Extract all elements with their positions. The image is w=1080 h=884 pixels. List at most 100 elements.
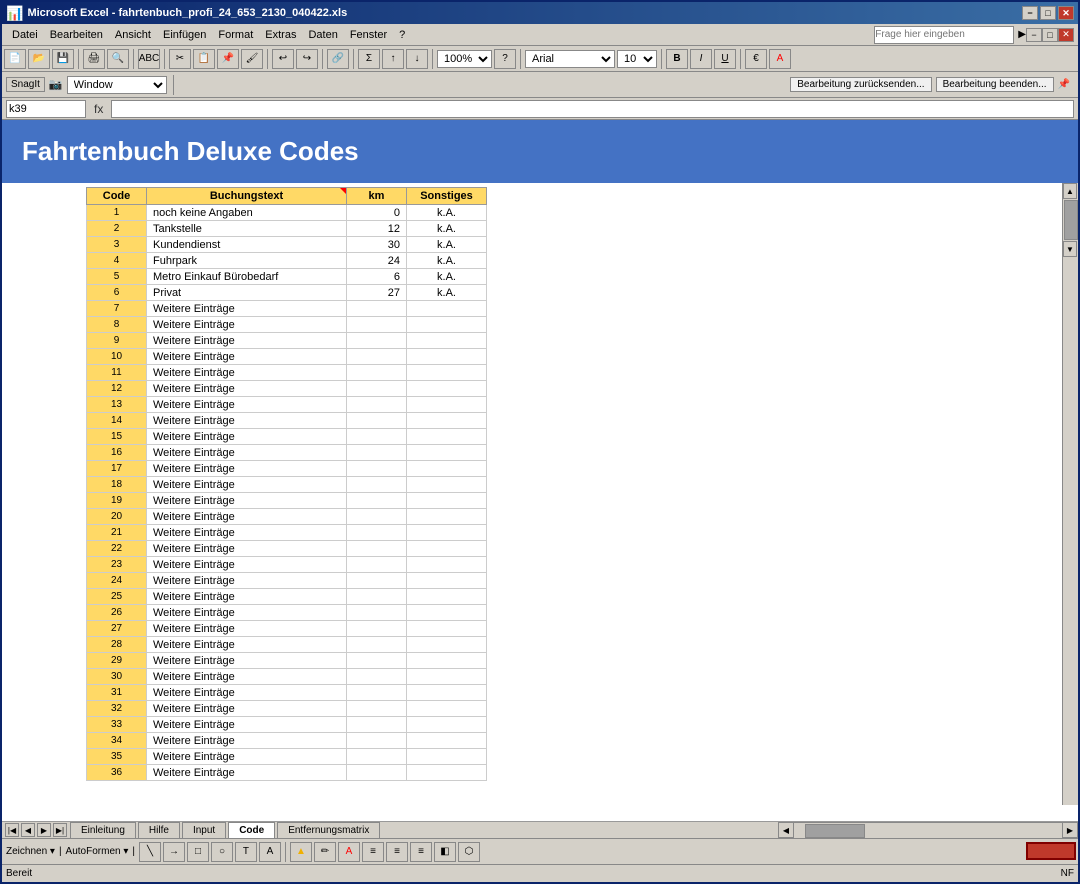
cell-km[interactable] [347,685,407,701]
formula-input[interactable] [111,100,1074,118]
cell-km[interactable] [347,317,407,333]
cell-buchungstext[interactable]: Weitere Einträge [147,429,347,445]
menu-item-einfuegen[interactable]: Einfügen [157,27,212,43]
tab-first-button[interactable]: |◀ [5,823,19,837]
print-preview-button[interactable]: 🔍 [107,49,129,69]
cell-sonstiges[interactable] [407,717,487,733]
cell-sonstiges[interactable]: k.A. [407,253,487,269]
cell-km[interactable]: 27 [347,285,407,301]
cell-sonstiges[interactable] [407,397,487,413]
cell-sonstiges[interactable] [407,333,487,349]
cell-km[interactable] [347,605,407,621]
tab-last-button[interactable]: ▶| [53,823,67,837]
cut-button[interactable]: ✂ [169,49,191,69]
sheet-tab-hilfe[interactable]: Hilfe [138,822,180,838]
cell-sonstiges[interactable]: k.A. [407,285,487,301]
line-button[interactable]: ╲ [139,842,161,862]
cell-buchungstext[interactable]: Weitere Einträge [147,765,347,781]
redo-button[interactable]: ↪ [296,49,318,69]
cell-buchungstext[interactable]: Weitere Einträge [147,349,347,365]
autoformen-button[interactable]: AutoFormen ▾ [66,846,129,857]
menu-item-datei[interactable]: Datei [6,27,44,43]
cell-code[interactable]: 22 [87,541,147,557]
paste-button[interactable]: 📌 [217,49,239,69]
cell-code[interactable]: 23 [87,557,147,573]
cell-buchungstext[interactable]: Weitere Einträge [147,493,347,509]
save-button[interactable]: 💾 [52,49,74,69]
cell-code[interactable]: 4 [87,253,147,269]
cell-buchungstext[interactable]: Weitere Einträge [147,733,347,749]
cell-buchungstext[interactable]: Weitere Einträge [147,301,347,317]
cell-buchungstext[interactable]: Fuhrpark [147,253,347,269]
cell-buchungstext[interactable]: Weitere Einträge [147,317,347,333]
align-right-button[interactable]: ≡ [410,842,432,862]
cell-sonstiges[interactable] [407,605,487,621]
cell-buchungstext[interactable]: Weitere Einträge [147,381,347,397]
3d-button[interactable]: ⬡ [458,842,480,862]
cell-sonstiges[interactable] [407,573,487,589]
cell-buchungstext[interactable]: Weitere Einträge [147,509,347,525]
open-button[interactable]: 📂 [28,49,50,69]
cell-code[interactable]: 2 [87,221,147,237]
cell-km[interactable] [347,381,407,397]
cell-sonstiges[interactable] [407,653,487,669]
cell-code[interactable]: 33 [87,717,147,733]
cell-code[interactable]: 28 [87,637,147,653]
sort-desc-button[interactable]: ↓ [406,49,428,69]
cell-sonstiges[interactable] [407,445,487,461]
font-size-combo[interactable]: 10 [617,50,657,68]
cell-km[interactable]: 0 [347,205,407,221]
cell-buchungstext[interactable]: Weitere Einträge [147,701,347,717]
cell-buchungstext[interactable]: Weitere Einträge [147,557,347,573]
cell-km[interactable] [347,541,407,557]
cell-code[interactable]: 14 [87,413,147,429]
cell-sonstiges[interactable] [407,477,487,493]
cell-km[interactable] [347,589,407,605]
cell-km[interactable] [347,493,407,509]
cell-code[interactable]: 34 [87,733,147,749]
cell-sonstiges[interactable] [407,317,487,333]
cell-km[interactable] [347,701,407,717]
menu-item-extras[interactable]: Extras [259,27,302,43]
cell-code[interactable]: 25 [87,589,147,605]
cell-sonstiges[interactable] [407,509,487,525]
cell-code[interactable]: 11 [87,365,147,381]
cell-code[interactable]: 12 [87,381,147,397]
name-box[interactable]: k39 [6,100,86,118]
menu-item-daten[interactable]: Daten [302,27,343,43]
align-center-button[interactable]: ≡ [386,842,408,862]
cell-km[interactable] [347,365,407,381]
autosum-button[interactable]: Σ [358,49,380,69]
undo-button[interactable]: ↩ [272,49,294,69]
oval-button[interactable]: ○ [211,842,233,862]
zeichnen-button[interactable]: Zeichnen ▾ [6,846,55,857]
cell-km[interactable] [347,733,407,749]
cell-sonstiges[interactable] [407,349,487,365]
cell-sonstiges[interactable] [407,541,487,557]
cell-code[interactable]: 21 [87,525,147,541]
cell-buchungstext[interactable]: Tankstelle [147,221,347,237]
cell-buchungstext[interactable]: Weitere Einträge [147,589,347,605]
cell-buchungstext[interactable]: Weitere Einträge [147,413,347,429]
cell-sonstiges[interactable] [407,685,487,701]
cell-km[interactable] [347,477,407,493]
tab-next-button[interactable]: ▶ [37,823,51,837]
format-painter-button[interactable]: 🖌 [241,49,263,69]
cell-sonstiges[interactable] [407,381,487,397]
cell-code[interactable]: 18 [87,477,147,493]
cell-code[interactable]: 7 [87,301,147,317]
print-button[interactable]: 🖨 [83,49,105,69]
cell-buchungstext[interactable]: Kundendienst [147,237,347,253]
cell-sonstiges[interactable]: k.A. [407,221,487,237]
cell-code[interactable]: 31 [87,685,147,701]
cell-buchungstext[interactable]: Weitere Einträge [147,477,347,493]
cell-km[interactable] [347,509,407,525]
cell-buchungstext[interactable]: Metro Einkauf Bürobedarf [147,269,347,285]
copy-button[interactable]: 📋 [193,49,215,69]
cell-code[interactable]: 3 [87,237,147,253]
help-min-button[interactable]: − [1026,28,1042,42]
cell-code[interactable]: 9 [87,333,147,349]
close-button[interactable]: ✕ [1058,6,1074,20]
sheet-tab-einleitung[interactable]: Einleitung [70,822,136,838]
cell-km[interactable] [347,301,407,317]
